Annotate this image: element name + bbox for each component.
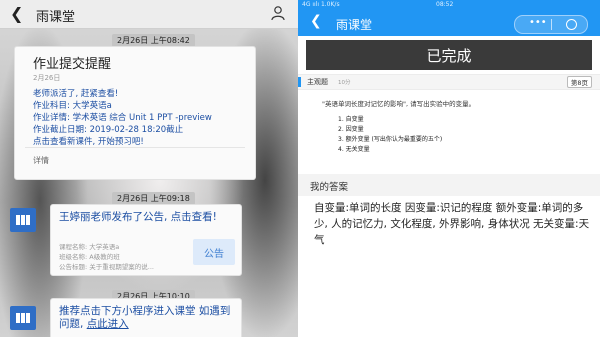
more-dots-icon[interactable]: ••• bbox=[529, 18, 547, 28]
announcement-card[interactable]: 王婷丽老师发布了公告, 点击查看! 课程名称: 大学英语a 班级名称: A级教的… bbox=[50, 204, 242, 276]
question-bar: 主观题 10分 第8页 bbox=[298, 74, 600, 90]
miniprogram-title: 推荐点击下方小程序进入课堂 如遇到问题, bbox=[59, 305, 231, 330]
status-bar: 4G ıılı 1.0K/s 08:52 bbox=[298, 0, 600, 10]
option-item: 3. 额外变量 (写出你认为最重要的五个) bbox=[338, 136, 443, 143]
question-marker bbox=[298, 77, 301, 87]
capsule-menu: ••• bbox=[514, 15, 588, 34]
avatar-icon bbox=[10, 208, 36, 232]
completed-button[interactable]: 已完成 bbox=[306, 40, 592, 70]
reminder-line: 作业截止日期: 2019-02-28 18:20截止 bbox=[33, 125, 184, 135]
miniprogram-card[interactable]: 推荐点击下方小程序进入课堂 如遇到问题, 点此进入 bbox=[50, 298, 242, 337]
answer-text: 自变量:单词的长度 因变量:识记的程度 额外变量:单词的多少, 人的记忆力, 文… bbox=[314, 202, 590, 246]
divider bbox=[25, 147, 245, 148]
detail-link[interactable]: 详情 bbox=[33, 155, 49, 166]
announcement-badge: 公告 bbox=[193, 239, 235, 265]
capsule-divider bbox=[551, 19, 552, 30]
option-item: 4. 无关变量 bbox=[338, 146, 370, 153]
status-left: 4G ıılı 1.0K/s bbox=[302, 1, 340, 8]
reminder-title: 作业提交提醒 bbox=[33, 57, 112, 72]
homework-reminder-card[interactable]: 作业提交提醒 2月26日 老师派活了, 赶紧查看! 作业科目: 大学英语a 作业… bbox=[14, 46, 256, 180]
miniprogram-text: 推荐点击下方小程序进入课堂 如遇到问题, 点此进入 bbox=[59, 305, 239, 331]
question-score: 10分 bbox=[338, 80, 351, 86]
quiz-title: 雨课堂 bbox=[336, 18, 373, 32]
announcement-line: 公告标题: 关于重视期望案的说... bbox=[59, 263, 154, 271]
announcement-line: 课程名称: 大学英语a bbox=[59, 243, 120, 251]
chat-title: 雨课堂 bbox=[36, 10, 76, 25]
chat-header: ❮ 雨课堂 bbox=[0, 0, 298, 29]
reminder-line: 作业科目: 大学英语a bbox=[33, 101, 112, 111]
option-item: 1. 自变量 bbox=[338, 116, 364, 123]
reminder-line: 老师派活了, 赶紧查看! bbox=[33, 89, 119, 99]
enter-link[interactable]: 点此进入 bbox=[87, 318, 129, 330]
question-text: "英语单词长度对记忆的影响", 请写出实验中的变量。 bbox=[322, 100, 476, 108]
reminder-line: 作业详情: 学术英语 综合 Unit 1 PPT -preview bbox=[33, 113, 212, 123]
chat-panel: ❮ 雨课堂 2月26日 上午08:42 作业提交提醒 2月26日 老师派活了, … bbox=[0, 0, 298, 337]
back-arrow-icon[interactable]: ❮ bbox=[310, 13, 322, 29]
quiz-header: ❮ 雨课堂 ••• bbox=[298, 10, 600, 36]
answer-header-label: 我的答案 bbox=[310, 182, 349, 193]
answer-header: 我的答案 bbox=[298, 174, 600, 196]
reminder-line: 点击查看新课件, 开始预习吧! bbox=[33, 137, 144, 147]
option-item: 2. 因变量 bbox=[338, 126, 364, 133]
announcement-line: 班级名称: A级教的班 bbox=[59, 253, 120, 261]
person-icon[interactable] bbox=[270, 5, 286, 21]
question-type: 主观题 bbox=[307, 78, 328, 86]
close-ring-icon[interactable] bbox=[566, 19, 577, 30]
status-time: 08:52 bbox=[436, 1, 454, 8]
back-arrow-icon[interactable]: ❮ bbox=[10, 4, 23, 23]
quiz-panel: 4G ıılı 1.0K/s 08:52 ❮ 雨课堂 ••• 已完成 主观题 1… bbox=[298, 0, 600, 337]
reminder-date: 2月26日 bbox=[33, 74, 61, 82]
avatar-icon bbox=[10, 306, 36, 330]
announcement-title: 王婷丽老师发布了公告, 点击查看! bbox=[59, 211, 217, 223]
question-number: 第8页 bbox=[566, 76, 592, 88]
